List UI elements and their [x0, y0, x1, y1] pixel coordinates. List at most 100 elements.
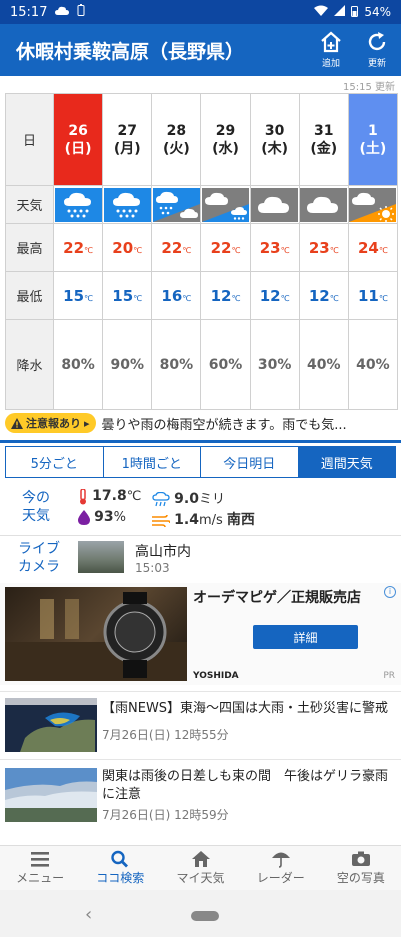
precip-cell: 30% [249, 319, 300, 410]
tab-5min[interactable]: 5分ごと [6, 447, 104, 477]
day-date: 28 [166, 122, 187, 139]
home-pill-icon[interactable] [191, 911, 219, 921]
refresh-button[interactable]: 更新 [357, 30, 397, 74]
low-temp-cell: 15℃ [52, 271, 104, 320]
weather-alert[interactable]: 注意報あり ▸ 曇りや雨の梅雨空が続きます。雨でも気... [5, 409, 398, 437]
weather-cell [298, 185, 349, 224]
temperature-value: 17.8 [92, 488, 127, 504]
ad-image[interactable] [5, 587, 187, 681]
high-temp-cell: 22℃ [200, 223, 251, 272]
status-time: 15:17 [10, 4, 48, 20]
day-of-week: (日) [64, 140, 92, 157]
tab-weekly[interactable]: 週間天気 [298, 447, 395, 477]
low-temp: 16 [161, 286, 183, 305]
high-temp-cell: 22℃ [151, 223, 202, 272]
humidity-reading: 93% [78, 509, 126, 525]
precip-unit: % [80, 356, 95, 373]
temp-unit: ℃ [280, 293, 290, 303]
temp-unit: ℃ [84, 245, 93, 255]
cloud-then-rain-icon [201, 187, 249, 222]
high-temp: 22 [161, 238, 183, 257]
news-thumbnail[interactable] [5, 698, 97, 752]
nav-radar[interactable]: レーダー [241, 846, 321, 890]
temp-unit: ℃ [378, 293, 388, 303]
current-weather[interactable]: 今の 天気 17.8℃ 9.0ミリ 93% 1.4m/s 南西 [0, 484, 401, 530]
temp-unit: ℃ [182, 293, 192, 303]
wind-reading: 1.4m/s 南西 [152, 509, 255, 529]
label-line: 天気 [22, 508, 50, 524]
nav-sky-photos[interactable]: 空の写真 [321, 846, 401, 890]
temp-unit: ℃ [329, 293, 339, 303]
forecast-tabs: 5分ごと 1時間ごと 今日明日 週間天気 [5, 446, 396, 478]
ad-brand: YOSHIDA [193, 671, 239, 681]
row-label-high: 最高 [5, 223, 54, 272]
cloud-notification-icon [55, 5, 70, 20]
day-of-week: (金) [310, 140, 338, 157]
low-temp-cell: 11℃ [347, 271, 399, 320]
precip-unit: % [326, 356, 341, 373]
low-temp-cell: 16℃ [151, 271, 202, 320]
day-cell: 31 (金) [298, 93, 349, 186]
nav-my-weather-label: マイ天気 [176, 871, 225, 885]
nav-sky-photos-label: 空の写真 [336, 871, 385, 885]
camera-time: 15:03 [135, 561, 170, 575]
nav-menu[interactable]: メニュー [0, 846, 80, 890]
add-label: 追加 [321, 59, 340, 69]
high-temp-cell: 23℃ [249, 223, 300, 272]
low-temp: 15 [112, 286, 134, 305]
temp-unit: ℃ [133, 293, 143, 303]
droplet-icon [78, 510, 90, 525]
nav-my-weather[interactable]: マイ天気 [160, 846, 240, 890]
ad-info-icon[interactable]: i [384, 586, 396, 598]
day-cell: 1 (土) [347, 93, 399, 186]
umbrella-icon [271, 852, 290, 868]
tab-today-tomorrow[interactable]: 今日明日 [201, 447, 299, 477]
advertisement[interactable]: オーデマピゲ／正規販売店 詳細 YOSHIDA PR i [0, 583, 401, 685]
triangle-right-icon: ▸ [84, 416, 90, 430]
label-line: ライブ [18, 541, 60, 557]
temp-unit: ℃ [231, 245, 241, 255]
row-label-precip: 降水 [5, 319, 54, 410]
alert-badge: 注意報あり ▸ [5, 413, 96, 433]
add-button[interactable]: 追加 [311, 30, 351, 74]
weather-cell [52, 185, 104, 224]
back-icon[interactable]: ‹ [85, 904, 92, 925]
page-title: 休暇村乗鞍高原（長野県） [16, 41, 245, 63]
low-temp: 12 [308, 286, 330, 305]
low-temp-cell: 12℃ [249, 271, 300, 320]
news-time: 7月26日(日) 12時55分 [102, 728, 229, 742]
ad-pr-label: PR [383, 671, 395, 681]
day-date: 1 [368, 122, 378, 139]
warning-icon [11, 417, 23, 429]
wind-speed-unit: m/s [198, 513, 223, 528]
low-temp: 15 [63, 286, 85, 305]
alert-badge-label: 注意報あり [26, 417, 81, 430]
row-label-day: 日 [5, 93, 54, 186]
day-date: 30 [264, 122, 285, 139]
updated-time: 15:15 更新 [343, 82, 395, 93]
day-date: 29 [215, 122, 236, 139]
humidity-unit: % [113, 510, 126, 525]
battery-saver-icon [77, 4, 85, 20]
live-camera[interactable]: ライブ カメラ 高山市内 15:03 [0, 535, 401, 581]
camera-thumbnail[interactable] [78, 541, 124, 573]
high-temp: 20 [112, 238, 134, 257]
tab-hourly[interactable]: 1時間ごと [104, 447, 201, 477]
ad-details-button[interactable]: 詳細 [253, 625, 358, 649]
news-thumbnail[interactable] [5, 768, 97, 822]
live-camera-label: ライブ カメラ [18, 540, 60, 576]
precip-unit: % [129, 356, 144, 373]
low-temp-cell: 12℃ [298, 271, 349, 320]
nav-location-search[interactable]: ココ検索 [80, 846, 160, 890]
news-item[interactable]: 関東は雨後の日差しも束の間 午後はゲリラ豪雨に注意 7月26日(日) 12時59… [0, 759, 401, 839]
high-temp: 24 [357, 238, 379, 257]
camera-location: 高山市内 [135, 544, 191, 560]
precip-value: 80 [61, 356, 81, 373]
day-cell: 30 (木) [249, 93, 300, 186]
news-title: 関東は雨後の日差しも束の間 午後はゲリラ豪雨に注意 [102, 769, 389, 802]
temp-unit: ℃ [329, 245, 339, 255]
news-item[interactable]: 【雨NEWS】東海～四国は大雨・土砂災害に警戒 7月26日(日) 12時55分 [0, 691, 401, 757]
bottom-navigation: メニュー ココ検索 マイ天気 レーダー 空の写真 [0, 845, 401, 890]
rain-icon [103, 187, 151, 222]
precip-unit: % [277, 356, 292, 373]
